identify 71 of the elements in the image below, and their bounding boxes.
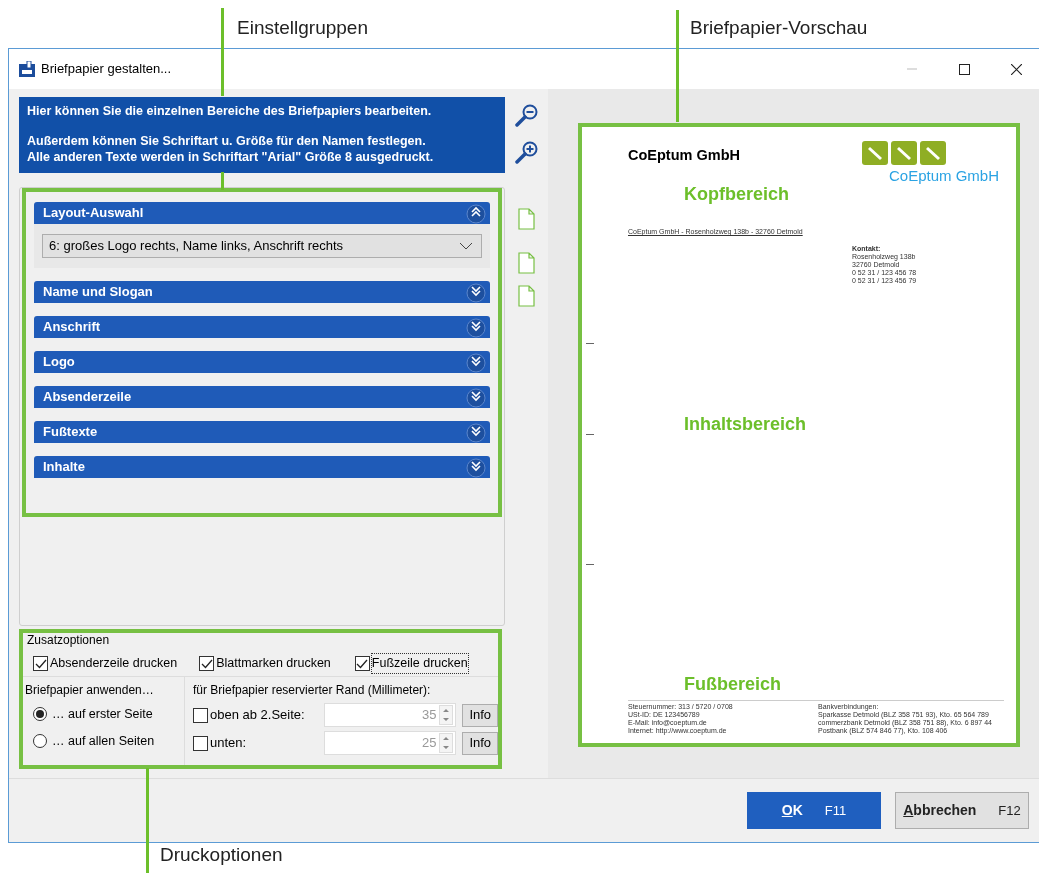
expand-icon[interactable] — [466, 316, 487, 338]
caret-icon — [459, 241, 474, 251]
check-icon — [356, 657, 369, 670]
check-icon — [200, 657, 213, 670]
logo-text: CoEptum GmbH — [889, 166, 1000, 186]
expand-icon[interactable] — [466, 421, 487, 443]
checkbox-label: Fußzeile drucken — [371, 654, 468, 673]
spinner-icon[interactable] — [439, 705, 454, 725]
expand-icon[interactable] — [466, 456, 487, 478]
checkbox-label: Absenderzeile drucken — [50, 655, 178, 673]
info-text: Alle anderen Texte werden in Schriftart "Arial" Größe 8 ausgedruckt. — [27, 149, 435, 165]
group-label: Briefpapier anwenden… — [25, 683, 155, 697]
cancel-button[interactable]: Abbrechen F12 — [895, 792, 1029, 830]
checkbox[interactable] — [354, 656, 370, 671]
app-icon — [19, 61, 35, 77]
group-header[interactable]: Absenderzeile — [34, 386, 491, 408]
group-label: Zusatzoptionen — [26, 633, 111, 647]
info-button[interactable]: Info — [462, 703, 499, 727]
company-name: CoEptum GmbH — [628, 146, 740, 165]
radio-button[interactable] — [33, 707, 47, 722]
zoom-out-icon[interactable] — [515, 104, 539, 127]
maximize-icon — [958, 63, 970, 75]
group-label: für Briefpapier reservierter Rand (Millimeter): — [193, 683, 432, 697]
layout-dropdown[interactable]: 6: großes Logo rechts, Name links, Anschrift rechts — [42, 234, 483, 258]
expand-icon[interactable] — [466, 351, 487, 373]
fold-mark — [586, 343, 594, 344]
logo-icon — [862, 141, 946, 165]
fold-mark — [586, 564, 594, 565]
checkbox[interactable] — [193, 707, 208, 723]
group-header[interactable]: Logo — [34, 351, 491, 373]
window-title: Briefpapier gestalten... — [41, 60, 172, 79]
group-title: Layout-Auswahl — [43, 204, 144, 223]
collapse-icon[interactable] — [466, 202, 487, 224]
radio-button[interactable] — [33, 734, 47, 749]
group-title: Logo — [43, 353, 75, 372]
fold-mark — [586, 434, 594, 435]
callout-label: Einstellgruppen — [237, 16, 368, 40]
info-text: Außerdem können Sie Schriftart u. Größe für den Namen festlegen. — [27, 133, 427, 149]
group-title: Inhalte — [43, 458, 85, 477]
group-header[interactable]: Fußtexte — [34, 421, 491, 443]
expand-icon[interactable] — [466, 386, 487, 408]
group-title: Absenderzeile — [43, 388, 132, 407]
area-label: Kopfbereich — [684, 183, 789, 206]
radio-label: … auf allen Seiten — [52, 732, 155, 750]
checkbox[interactable] — [193, 735, 208, 751]
radio-label: … auf erster Seite — [52, 706, 153, 723]
checkbox[interactable] — [33, 656, 48, 671]
group-title: Name und Slogan — [43, 283, 153, 302]
ok-button[interactable]: OK F11 — [747, 792, 881, 830]
expand-icon[interactable] — [466, 281, 487, 303]
group-header[interactable]: Name und Slogan — [34, 281, 491, 303]
area-label: Fußbereich — [684, 673, 781, 696]
checkbox-label: unten: — [210, 734, 247, 753]
spinner-icon[interactable] — [439, 733, 454, 753]
group-title: Fußtexte — [43, 423, 98, 442]
check-icon — [34, 657, 47, 670]
checkbox[interactable] — [199, 656, 215, 671]
area-label: Inhaltsbereich — [684, 413, 807, 436]
callout-label: Briefpapier-Vorschau — [690, 16, 868, 40]
leader-line — [221, 172, 224, 190]
zoom-in-icon[interactable] — [515, 141, 539, 164]
group-header[interactable]: Anschrift — [34, 316, 491, 338]
checkbox-label: oben ab 2.Seite: — [210, 706, 305, 725]
info-text: Hier können Sie die einzelnen Bereiche des Briefpapiers bearbeiten. — [27, 103, 433, 119]
group-header[interactable]: Layout-Auswahl — [34, 202, 491, 224]
checkbox-label: Blattmarken drucken — [216, 655, 331, 673]
group-title: Anschrift — [43, 318, 101, 337]
callout-label: Druckoptionen — [160, 843, 283, 867]
info-button[interactable]: Info — [462, 731, 499, 755]
close-icon — [1010, 63, 1022, 75]
group-header[interactable]: Inhalte — [34, 456, 491, 478]
